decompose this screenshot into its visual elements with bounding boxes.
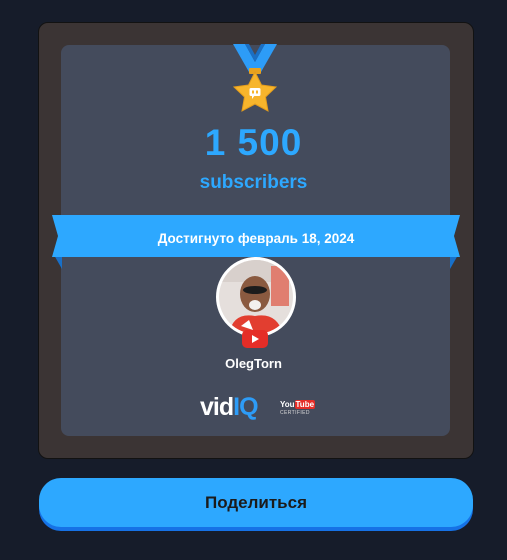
youtube-logo-you: You bbox=[280, 400, 295, 409]
avatar bbox=[216, 257, 296, 337]
avatar-photo bbox=[219, 260, 293, 334]
vidiq-logo: vidIQ bbox=[200, 393, 259, 422]
share-button[interactable]: Поделиться bbox=[39, 478, 473, 527]
achieved-date: Достигнуто февраль 18, 2024 bbox=[157, 231, 355, 246]
certified-label: CERTIFIED bbox=[280, 410, 310, 416]
youtube-certified-logo: YouTube CERTIFIED bbox=[280, 400, 316, 416]
channel-name: OlegTorn bbox=[225, 356, 282, 371]
subscriber-count: 1 500 bbox=[204, 122, 303, 163]
youtube-logo-tube: Tube bbox=[294, 400, 316, 409]
vidiq-logo-iq: IQ bbox=[233, 393, 258, 421]
subscriber-label: subscribers bbox=[199, 172, 308, 193]
medal-star-icon bbox=[232, 44, 278, 112]
youtube-play-icon bbox=[242, 330, 268, 348]
vidiq-logo-vid: vid bbox=[200, 393, 234, 421]
